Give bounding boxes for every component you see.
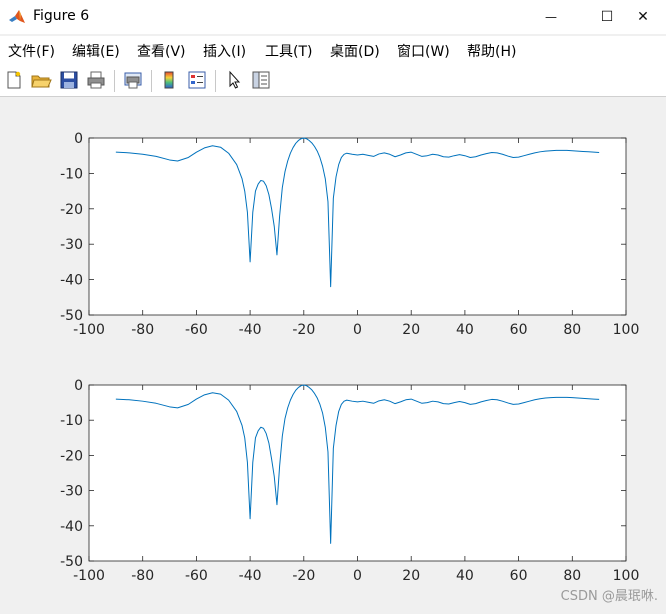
toolbar-separator	[114, 70, 115, 92]
close-button[interactable]: ✕	[620, 0, 666, 34]
x-tick-label: -60	[185, 568, 208, 584]
menu-view[interactable]: 查看(V)	[137, 41, 186, 61]
matlab-logo-icon	[9, 10, 25, 23]
x-tick-label: -60	[185, 322, 208, 338]
open-file-icon	[31, 75, 52, 88]
print-preview-button[interactable]	[122, 69, 144, 91]
y-tick-label: -50	[60, 554, 83, 570]
property-inspector-button[interactable]	[250, 69, 272, 91]
y-tick-label: 0	[74, 131, 83, 147]
x-tick-label: -20	[292, 322, 315, 338]
x-tick-label: 100	[613, 568, 640, 584]
save-button[interactable]	[58, 69, 80, 91]
plot-area: -100 -80 -60 -40 -20 0 20 40 60 80 1000-10-20-30-4…	[60, 131, 640, 584]
menu-window[interactable]: 窗口(W)	[397, 41, 450, 61]
watermark-text: CSDN @晨珉咻.	[560, 589, 658, 604]
title-bar: Figure 6 — ☐ ✕	[0, 0, 666, 34]
menu-insert[interactable]: 插入(I)	[203, 41, 246, 61]
y-tick-label: -10	[60, 166, 83, 182]
y-tick-label: -30	[60, 484, 83, 500]
x-tick-label: 80	[563, 568, 581, 584]
y-tick-label: -30	[60, 237, 83, 253]
y-tick-label: -20	[60, 202, 83, 218]
axes-2-box	[88, 384, 627, 562]
menu-tools[interactable]: 工具(T)	[265, 41, 312, 61]
menu-bar: 文件(F) 编辑(E) 查看(V) 插入(I) 工具(T) 桌面(D) 窗口(W…	[0, 36, 666, 64]
x-tick-label: 40	[456, 568, 474, 584]
axes-1-box	[88, 137, 627, 316]
menu-edit[interactable]: 编辑(E)	[72, 41, 120, 61]
toolbar-separator	[151, 70, 152, 92]
x-tick-label: -100	[73, 322, 105, 338]
close-icon: ✕	[637, 9, 649, 25]
x-tick-label: 0	[353, 568, 362, 584]
x-tick-label: -40	[239, 568, 262, 584]
y-tick-label: -10	[60, 413, 83, 429]
figure-canvas: -100 -80 -60 -40 -20 0 20 40 60 80 100 0 -10 -20 -30 -4…	[0, 97, 666, 614]
minimize-icon: —	[545, 10, 557, 24]
x-tick-label: -80	[131, 322, 154, 338]
x-tick-label: -80	[131, 568, 154, 584]
menu-desktop[interactable]: 桌面(D)	[330, 41, 380, 61]
insert-legend-icon	[188, 71, 206, 89]
insert-legend-button[interactable]	[186, 69, 208, 91]
y-tick-label: -40	[60, 273, 83, 289]
print-icon	[87, 71, 105, 89]
open-file-button[interactable]	[30, 69, 52, 91]
minimize-button[interactable]: —	[528, 0, 574, 34]
x-tick-label: -20	[292, 568, 315, 584]
edit-plot-arrow-icon	[229, 70, 241, 89]
property-inspector-icon	[252, 71, 270, 89]
insert-colorbar-button[interactable]	[158, 69, 180, 91]
y-tick-label: 0	[74, 378, 83, 394]
x-tick-label: 0	[353, 322, 362, 338]
y-tick-label: -40	[60, 519, 83, 535]
print-button[interactable]	[85, 69, 107, 91]
edit-plot-button[interactable]	[223, 69, 245, 91]
x-tick-label: 100	[613, 322, 640, 338]
x-tick-label: -40	[239, 322, 262, 338]
toolbar-separator	[215, 70, 216, 92]
maximize-icon: ☐	[600, 9, 614, 25]
x-tick-label: 80	[563, 322, 581, 338]
insert-colorbar-icon	[164, 71, 174, 89]
x-tick-label: 60	[510, 322, 528, 338]
new-figure-button[interactable]	[3, 69, 25, 91]
x-tick-label: -100	[73, 568, 105, 584]
menu-file[interactable]: 文件(F)	[8, 41, 55, 61]
menu-help[interactable]: 帮助(H)	[467, 41, 516, 61]
y-tick-label: -20	[60, 448, 83, 464]
y-tick-label: -50	[60, 308, 83, 324]
new-figure-icon	[7, 71, 21, 89]
print-preview-icon	[124, 72, 142, 89]
x-tick-label: 40	[456, 322, 474, 338]
x-tick-label: 20	[402, 568, 420, 584]
window-title: Figure 6	[33, 8, 90, 24]
toolbar	[0, 64, 666, 97]
x-tick-label: 60	[510, 568, 528, 584]
x-tick-label: 20	[402, 322, 420, 338]
save-icon	[60, 71, 78, 89]
